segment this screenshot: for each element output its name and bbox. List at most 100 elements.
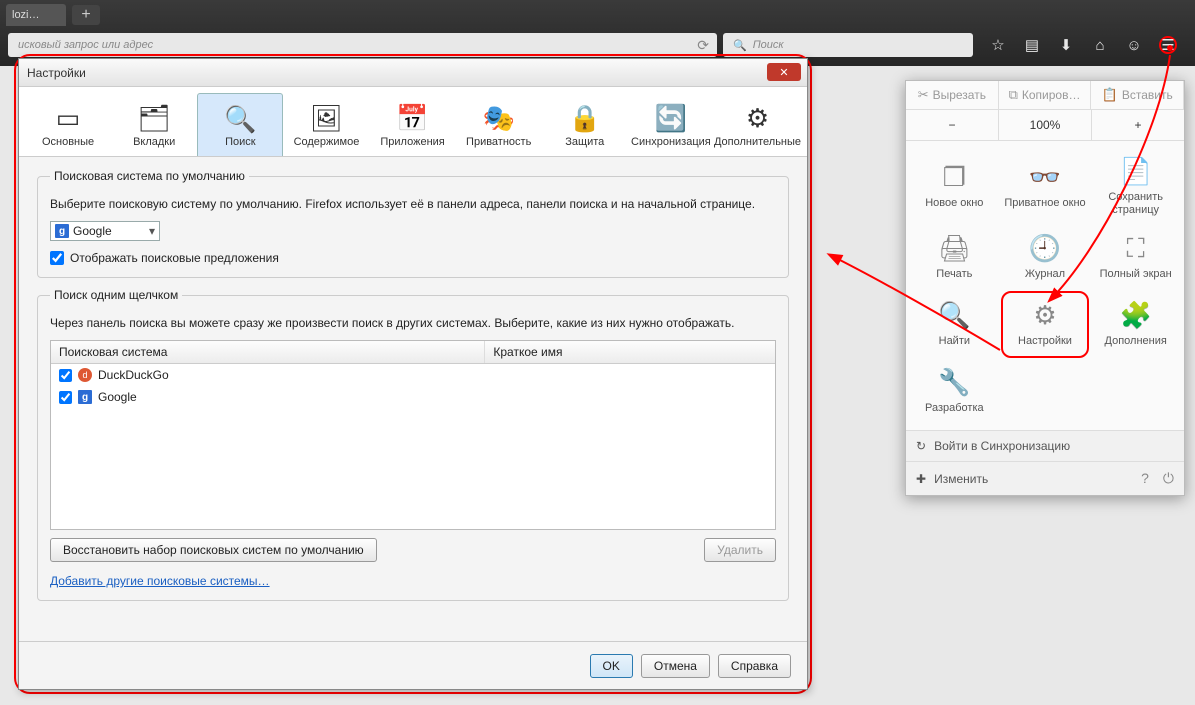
settings-tab-приватность[interactable]: 🎭Приватность [456,93,542,156]
полный-экран-icon: ⛶ [1127,234,1145,264]
browser-tab[interactable]: lozi… [6,4,66,26]
журнал-icon: 🕘 [1029,234,1061,264]
search-bar[interactable]: 🔍 Поиск [723,33,973,57]
scissors-icon: ✂ [918,87,929,103]
default-search-desc: Выберите поисковую систему по умолчанию.… [50,197,776,211]
settings-tab-основные[interactable]: ▭Основные [25,93,111,156]
menu-item-новое-окно[interactable]: ❐Новое окно [910,149,999,224]
engine-name: Google [98,390,137,404]
reload-icon[interactable]: ⟳ [697,37,709,54]
engine-row[interactable]: g Google [51,386,775,408]
settings-tab-синхронизация[interactable]: 🔄Синхронизация [628,93,714,156]
col-engine[interactable]: Поисковая система [51,341,485,363]
tab-label: Приложения [380,136,444,148]
new-tab-button[interactable]: + [72,5,100,25]
menu-item-полный-экран[interactable]: ⛶ Полный экран [1091,226,1180,289]
tab-label: Основные [42,136,94,148]
download-icon[interactable]: ⬇ [1057,36,1075,54]
menu-paste[interactable]: 📋Вставить [1091,81,1184,109]
приложения-icon: 📅 [370,102,456,136]
menu-item-label: Новое окно [925,197,983,210]
menu-customize[interactable]: ✚ Изменить [916,472,988,486]
star-icon[interactable]: ☆ [989,36,1007,54]
engine-checkbox[interactable] [59,391,72,404]
settings-tab-защита[interactable]: 🔒Защита [542,93,628,156]
поиск-icon: 🔍 [198,102,282,136]
settings-dialog: Настройки ✕ ▭Основные🗂Вкладки🔍Поиск🖼Соде… [18,58,808,690]
settings-tab-содержимое[interactable]: 🖼Содержимое [283,93,369,156]
settings-tab-дополнительные[interactable]: ⚙Дополнительные [714,93,801,156]
дополнения-icon: 🧩 [1119,301,1151,331]
suggestions-checkbox[interactable] [50,251,64,265]
help-icon[interactable]: ? [1141,470,1149,487]
delete-engine-button[interactable]: Удалить [704,538,776,562]
zoom-out-button[interactable]: − [906,110,999,140]
menu-item-разработка[interactable]: 🔧 Разработка [910,360,999,423]
dialog-tabstrip: ▭Основные🗂Вкладки🔍Поиск🖼Содержимое📅Прило… [19,87,807,157]
settings-tab-вкладки[interactable]: 🗂Вкладки [111,93,197,156]
приватное-окно-icon: 👓 [1029,163,1061,193]
home-icon[interactable]: ⌂ [1091,36,1109,54]
address-placeholder: исковый запрос или адрес [18,39,153,51]
google-icon: g [78,390,92,404]
menu-sync[interactable]: ↻ Войти в Синхронизацию [906,430,1184,461]
search-placeholder: Поиск [753,39,784,51]
hamburger-menu-panel: ✂Вырезать ⧉Копиров… 📋Вставить − 100% + ❐… [905,80,1185,496]
cancel-button[interactable]: Отмена [641,654,710,678]
menu-cut[interactable]: ✂Вырезать [906,81,999,109]
dialog-close-button[interactable]: ✕ [767,63,801,81]
google-icon: g [55,224,69,238]
settings-tab-поиск[interactable]: 🔍Поиск [197,93,283,156]
настройки-icon: ⚙ [1033,301,1056,331]
address-bar[interactable]: исковый запрос или адрес ⟳ [8,33,717,57]
tab-label: Поиск [225,136,255,148]
zoom-in-button[interactable]: + [1092,110,1184,140]
default-search-value: Google [73,224,112,238]
menu-item-label: Полный экран [1100,268,1172,281]
engine-row[interactable]: d DuckDuckGo [51,364,775,386]
вкладки-icon: 🗂 [111,102,197,136]
печать-icon: 🖨 [938,234,971,264]
menu-button[interactable]: ☰ [1159,36,1177,54]
menu-item-label: Приватное окно [1004,197,1085,210]
suggestions-checkbox-row[interactable]: Отображать поисковые предложения [50,251,776,265]
menu-item-label: Найти [939,335,970,348]
ok-button[interactable]: OK [590,654,633,678]
power-icon[interactable]: ⏻ [1163,470,1174,487]
engine-table: Поисковая система Краткое имя d DuckDuckG… [50,340,776,530]
plus-icon: ✚ [916,472,926,486]
menu-item-печать[interactable]: 🖨 Печать [910,226,999,289]
menu-item-журнал[interactable]: 🕘 Журнал [1001,226,1090,289]
sync-icon: ↻ [916,439,926,453]
найти-icon: 🔍 [938,301,970,331]
содержимое-icon: 🖼 [283,102,369,136]
col-shortname[interactable]: Краткое имя [485,341,775,363]
engine-name: DuckDuckGo [98,368,169,382]
browser-toolbar: lozi… + исковый запрос или адрес ⟳ 🔍 Пои… [0,0,1195,66]
default-search-select[interactable]: g Google [50,221,160,241]
menu-item-label: Разработка [925,402,984,415]
tab-label: Синхронизация [631,136,711,148]
settings-tab-приложения[interactable]: 📅Приложения [370,93,456,156]
сохранить-страницу-icon: 📄 [1119,157,1151,187]
restore-defaults-button[interactable]: Восстановить набор поисковых систем по у… [50,538,377,562]
menu-item-приватное-окно[interactable]: 👓 Приватное окно [1001,149,1090,224]
smile-icon[interactable]: ☺ [1125,36,1143,54]
duckduckgo-icon: d [78,368,92,382]
menu-item-label: Печать [936,268,972,281]
разработка-icon: 🔧 [938,368,970,398]
help-button[interactable]: Справка [718,654,791,678]
library-icon[interactable]: ▤ [1023,36,1041,54]
menu-item-дополнения[interactable]: 🧩 Дополнения [1091,291,1180,358]
add-engines-link[interactable]: Добавить другие поисковые системы… [50,574,270,588]
menu-item-найти[interactable]: 🔍 Найти [910,291,999,358]
menu-copy[interactable]: ⧉Копиров… [999,81,1092,109]
синхронизация-icon: 🔄 [628,102,714,136]
menu-item-label: Журнал [1025,268,1065,281]
engine-checkbox[interactable] [59,369,72,382]
menu-item-настройки[interactable]: ⚙Настройки [1001,291,1090,358]
menu-item-сохранить-страницу[interactable]: 📄Сохранить страницу [1091,149,1180,224]
menu-item-label: Дополнения [1105,335,1167,348]
default-search-legend: Поисковая система по умолчанию [50,169,249,183]
защита-icon: 🔒 [542,102,628,136]
